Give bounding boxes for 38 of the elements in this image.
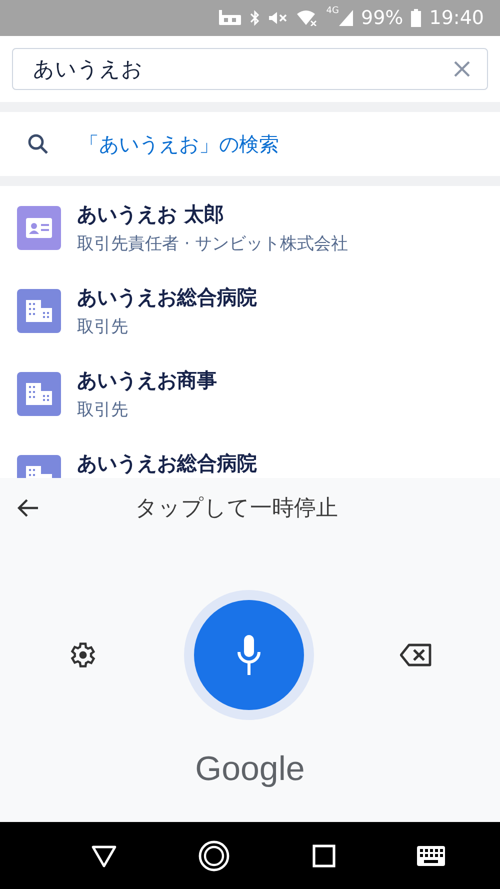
mute-icon xyxy=(268,11,288,25)
network-label: 4G xyxy=(326,6,339,16)
clear-icon[interactable] xyxy=(453,60,471,78)
back-arrow-icon[interactable] xyxy=(16,498,40,518)
result-subtitle: 取引先 xyxy=(77,399,129,421)
result-item[interactable]: あいうえお 太郎 取引先責任者 · サンビット株式会社 xyxy=(0,186,500,269)
search-value: あいうえお xyxy=(33,56,143,83)
search-icon xyxy=(27,133,49,155)
bluetooth-icon xyxy=(250,10,260,26)
result-subtitle: 取引先 xyxy=(77,316,129,338)
result-title: あいうえお商事 xyxy=(77,367,217,394)
battery-icon xyxy=(411,9,422,27)
clock: 19:40 xyxy=(429,7,484,29)
notification-icon xyxy=(218,10,242,26)
battery-percent: 99% xyxy=(361,7,404,29)
signal-icon xyxy=(339,10,353,26)
result-subtitle: 取引先責任者 · サンビット株式会社 xyxy=(77,233,348,255)
keyboard-icon[interactable] xyxy=(417,846,446,866)
microphone-icon xyxy=(237,635,261,675)
backspace-icon[interactable] xyxy=(400,643,432,667)
result-title: あいうえお総合病院 xyxy=(77,450,257,477)
settings-icon[interactable] xyxy=(68,640,98,670)
result-item[interactable]: あいうえお総合病院 取引先 xyxy=(0,269,500,352)
result-item[interactable]: あいうえお商事 取引先 xyxy=(0,352,500,435)
voice-prompt[interactable]: タップして一時停止 xyxy=(135,493,338,523)
building-icon xyxy=(17,289,61,333)
contact-card-icon xyxy=(17,206,61,250)
search-field[interactable]: あいうえお xyxy=(12,48,488,90)
building-icon xyxy=(17,372,61,416)
home-icon[interactable] xyxy=(198,840,230,872)
wifi-icon xyxy=(296,10,318,26)
result-title: あいうえお総合病院 xyxy=(77,284,257,311)
result-title: あいうえお 太郎 xyxy=(77,201,225,228)
recents-icon[interactable] xyxy=(312,844,336,868)
back-icon[interactable] xyxy=(90,844,117,868)
microphone-button[interactable] xyxy=(194,600,304,710)
brand-wordmark: Google xyxy=(195,750,305,789)
search-suggestion[interactable]: 「あいうえお」の検索 xyxy=(0,112,500,176)
